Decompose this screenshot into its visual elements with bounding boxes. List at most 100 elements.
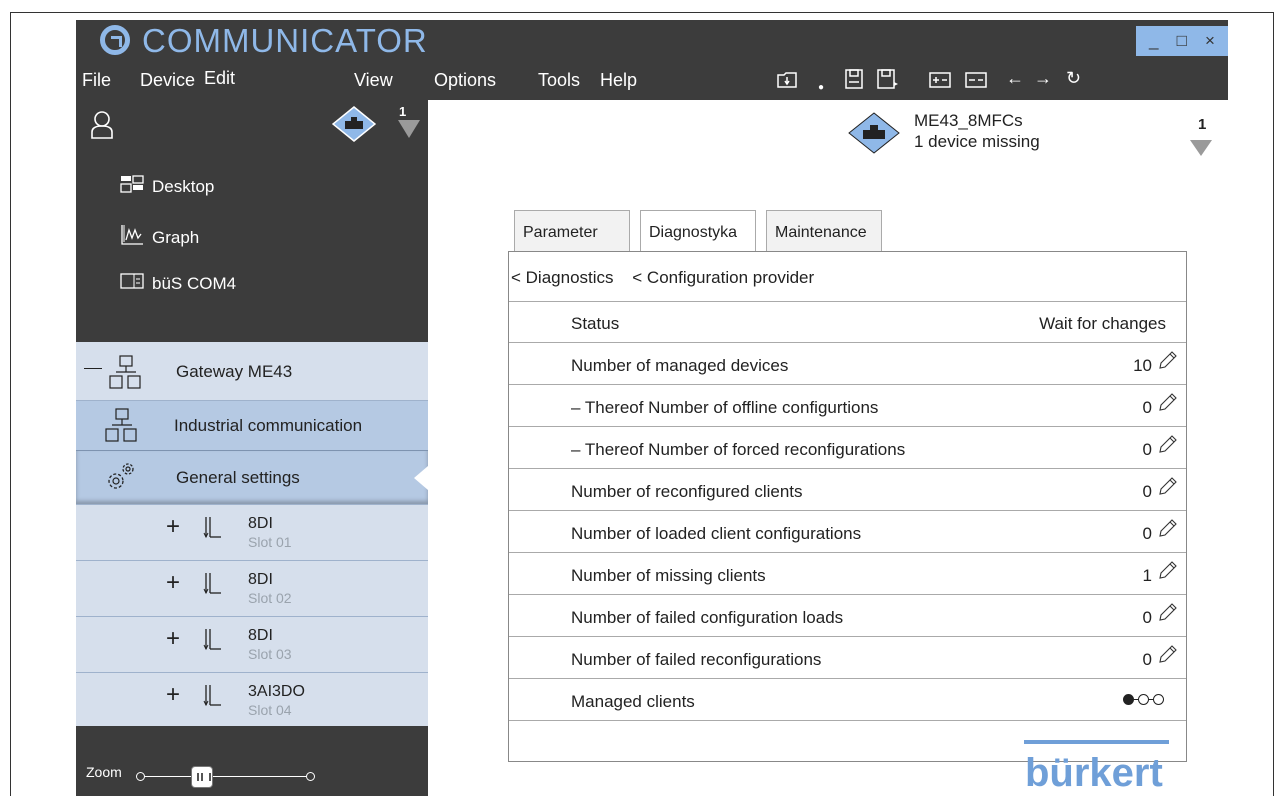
menu-tools[interactable]: Tools: [538, 70, 580, 91]
tree-slot-4[interactable]: + 3AI3DO Slot 04: [76, 672, 428, 726]
close-button[interactable]: ×: [1205, 31, 1215, 51]
menu-view[interactable]: View: [354, 70, 393, 91]
edit-pencil-icon[interactable]: [1156, 350, 1178, 377]
import-icon[interactable]: [928, 70, 952, 90]
export-icon[interactable]: [964, 70, 988, 90]
zoom-slider-handle[interactable]: [190, 766, 213, 788]
table-row: Status Wait for changes: [509, 302, 1186, 343]
menu-bar: File Device Edit View Options Tools Help…: [76, 60, 1228, 100]
nav-bus-com4-label: büS COM4: [152, 273, 237, 293]
expand-icon[interactable]: +: [166, 569, 180, 597]
desktop-icon: [120, 174, 144, 199]
row-label: Number of missing clients: [571, 566, 766, 585]
device-name: ME43_8MFCs: [914, 111, 1023, 130]
zoom-max-marker: [306, 772, 315, 781]
slot-name: 8DI: [248, 571, 273, 588]
tree-gateway[interactable]: Gateway ME43: [76, 342, 428, 400]
edit-pencil-icon[interactable]: [1156, 392, 1178, 419]
tab-parameter[interactable]: Parameter: [514, 210, 630, 252]
tree-industrial-label: Industrial communication: [174, 416, 363, 435]
slot-number: Slot 02: [248, 590, 292, 606]
row-value: 1: [1142, 566, 1152, 585]
back-arrow-icon[interactable]: ←: [1006, 68, 1024, 89]
tree-slot-1[interactable]: + 8DI Slot 01: [76, 504, 428, 560]
table-row: Managed clients: [509, 680, 1186, 721]
table-row: Number of failed configuration loads 0: [509, 596, 1186, 637]
tree-general-settings[interactable]: General settings: [76, 450, 428, 504]
tree-industrial-communication[interactable]: Industrial communication: [76, 400, 428, 450]
open-folder-icon[interactable]: [776, 70, 798, 90]
main-panel: ME43_8MFCs 1 device missing 1 Parameter …: [428, 100, 1228, 796]
row-label: – Thereof Number of forced reconfigurati…: [571, 440, 906, 459]
device-expand-icon[interactable]: [1190, 140, 1212, 156]
tree-slot-2[interactable]: + 8DI Slot 02: [76, 560, 428, 616]
io-module-icon: [202, 571, 222, 602]
menu-help[interactable]: Help: [600, 70, 637, 91]
tree-gateway-label: Gateway ME43: [176, 362, 293, 381]
gear-icon: [104, 459, 140, 500]
edit-pencil-icon[interactable]: [1156, 602, 1178, 629]
zoom-slider-track[interactable]: [142, 776, 312, 777]
breadcrumb: < Diagnostics < Configuration provider: [509, 252, 1186, 302]
tab-diagnostyka[interactable]: Diagnostyka: [640, 210, 756, 253]
save-as-icon[interactable]: [876, 68, 900, 90]
breadcrumb-diagnostics[interactable]: < Diagnostics: [511, 268, 614, 287]
device-status: 1 device missing: [914, 132, 1040, 151]
edit-pencil-icon[interactable]: [1156, 476, 1178, 503]
device-badge-icon[interactable]: [331, 106, 377, 147]
edit-pencil-icon[interactable]: [1156, 560, 1178, 587]
menu-options[interactable]: Options: [434, 70, 496, 91]
window-controls: _ □ ×: [1136, 26, 1228, 56]
badge-expand-icon[interactable]: [398, 120, 420, 138]
dropdown-dot-icon[interactable]: ●: [818, 82, 824, 93]
forward-arrow-icon[interactable]: →: [1034, 68, 1052, 89]
nav-desktop[interactable]: Desktop: [120, 174, 214, 199]
edit-pencil-icon[interactable]: [1156, 434, 1178, 461]
collapse-icon[interactable]: [84, 368, 102, 369]
tree-slot-3[interactable]: + 8DI Slot 03: [76, 616, 428, 672]
minimize-button[interactable]: _: [1149, 31, 1158, 51]
row-label: Number of failed configuration loads: [571, 608, 844, 627]
nav-graph[interactable]: Graph: [120, 224, 199, 251]
menu-device[interactable]: Device: [140, 70, 195, 91]
save-icon[interactable]: [844, 68, 864, 90]
row-value: 0: [1142, 440, 1152, 459]
network-icon: [104, 407, 140, 448]
title-bar: COMMUNICATOR _ □ ×: [76, 20, 1228, 60]
table-row: Number of reconfigured clients 0: [509, 470, 1186, 511]
refresh-icon[interactable]: ↻: [1066, 68, 1081, 89]
row-value: 0: [1142, 524, 1152, 543]
brand-name: bürkert: [1025, 751, 1163, 794]
user-icon[interactable]: [90, 110, 114, 145]
io-module-icon: [202, 683, 222, 714]
maximize-button[interactable]: □: [1177, 31, 1187, 51]
nav-bus-com4[interactable]: büS COM4: [120, 272, 236, 295]
expand-icon[interactable]: +: [166, 513, 180, 541]
io-module-icon: [202, 515, 222, 546]
expand-icon[interactable]: +: [166, 625, 180, 653]
edit-pencil-icon[interactable]: [1156, 644, 1178, 671]
slot-number: Slot 01: [248, 534, 292, 550]
nav-desktop-label: Desktop: [152, 176, 215, 196]
app-title: COMMUNICATOR: [142, 22, 428, 59]
table-row: – Thereof Number of offline configurtion…: [509, 386, 1186, 427]
breadcrumb-configuration-provider[interactable]: < Configuration provider: [632, 268, 814, 287]
menu-edit[interactable]: Edit: [204, 68, 235, 89]
row-value: Wait for changes: [1039, 314, 1166, 333]
managed-clients-indicator[interactable]: [1123, 694, 1164, 705]
client-dot-inactive: [1153, 694, 1164, 705]
table-row: Number of loaded client configurations 0: [509, 512, 1186, 553]
tab-maintenance[interactable]: Maintenance: [766, 210, 882, 252]
device-tree: Gateway ME43 Industrial communication Ge…: [76, 342, 428, 726]
app-logo-icon: [100, 25, 130, 55]
graph-icon: [120, 224, 144, 251]
slot-name: 3AI3DO: [248, 683, 305, 700]
expand-icon[interactable]: +: [166, 681, 180, 709]
zoom-label: Zoom: [86, 764, 122, 780]
menu-file[interactable]: File: [82, 70, 111, 91]
slot-number: Slot 04: [248, 702, 292, 718]
row-value: 10: [1133, 356, 1152, 375]
io-module-icon: [202, 627, 222, 658]
slot-number: Slot 03: [248, 646, 292, 662]
edit-pencil-icon[interactable]: [1156, 518, 1178, 545]
